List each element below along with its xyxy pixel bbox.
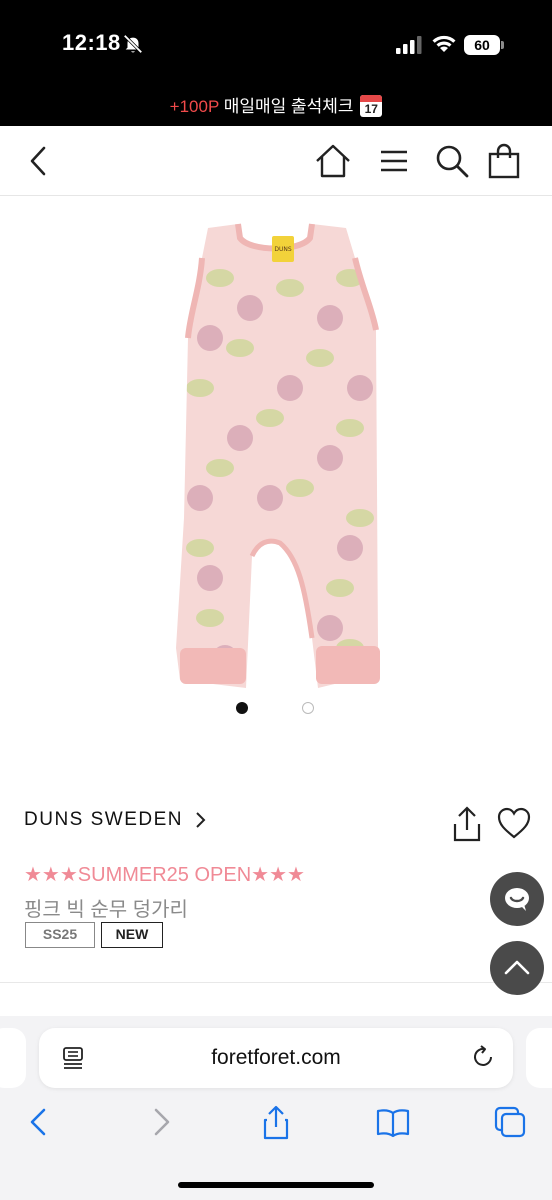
shopping-bag-icon (488, 143, 520, 179)
calendar-icon: 17 (360, 94, 383, 117)
tabs-icon[interactable] (492, 1104, 528, 1140)
share-sheet-icon[interactable] (258, 1104, 294, 1140)
previous-tab-edge[interactable] (0, 1028, 26, 1088)
battery-level: 60 (464, 35, 500, 55)
menu-button[interactable] (375, 142, 413, 180)
scroll-top-icon (504, 960, 530, 975)
share-icon[interactable] (448, 804, 486, 844)
next-tab-edge[interactable] (526, 1028, 552, 1088)
back-button[interactable] (20, 142, 58, 180)
calendar-day: 17 (364, 101, 378, 116)
svg-text:DUNS: DUNS (274, 246, 292, 253)
cellular-signal-icon (396, 36, 422, 54)
tag-list: SS25 NEW (25, 922, 163, 948)
back-chevron-icon (30, 146, 46, 176)
chat-icon (505, 888, 529, 911)
status-bar: 12:18 60 (0, 0, 552, 88)
chat-button[interactable] (490, 872, 544, 926)
tag-season: SS25 (25, 922, 95, 948)
bell-off-icon (123, 34, 143, 54)
carousel-dot-1[interactable] (236, 702, 248, 714)
attendance-promo-banner[interactable]: +100P 매일매일 출석체크 17 (0, 88, 552, 126)
brand-link[interactable]: DUNS SWEDEN (24, 806, 207, 834)
address-bar[interactable]: foretforet.com (39, 1028, 513, 1088)
product-image[interactable]: DUNS (150, 218, 400, 728)
cart-button[interactable] (485, 142, 523, 180)
home-icon (316, 144, 350, 178)
forward-icon[interactable] (142, 1104, 178, 1140)
home-button[interactable] (314, 142, 352, 180)
site-header (0, 126, 552, 196)
browser-toolbar: foretforet.com (0, 1016, 552, 1200)
menu-icon (381, 150, 407, 172)
search-icon (436, 145, 469, 178)
brand-name: DUNS SWEDEN (24, 809, 184, 830)
url-text: foretforet.com (211, 1046, 341, 1069)
tag-new: NEW (101, 922, 163, 948)
bookmarks-icon[interactable] (375, 1104, 411, 1140)
scroll-top-button[interactable] (490, 941, 544, 995)
home-indicator (178, 1182, 374, 1188)
product-name: 핑크 빅 순무 덩가리 (24, 899, 188, 921)
heart-icon[interactable] (496, 806, 532, 840)
back-icon[interactable] (22, 1104, 58, 1140)
promo-title: ★★★SUMMER25 OPEN★★★ (24, 864, 305, 886)
promo-text: 매일매일 출석체크 (223, 97, 354, 116)
carousel-dot-2[interactable] (302, 702, 314, 714)
status-time: 12:18 (62, 30, 121, 55)
battery-tip (501, 41, 504, 49)
section-divider (0, 982, 552, 983)
wifi-icon (432, 35, 456, 52)
reload-icon[interactable] (471, 1044, 497, 1070)
promo-points: +100P (169, 97, 219, 116)
chevron-right-icon (196, 812, 206, 828)
battery-icon: 60 (464, 35, 504, 55)
search-button[interactable] (433, 142, 471, 180)
